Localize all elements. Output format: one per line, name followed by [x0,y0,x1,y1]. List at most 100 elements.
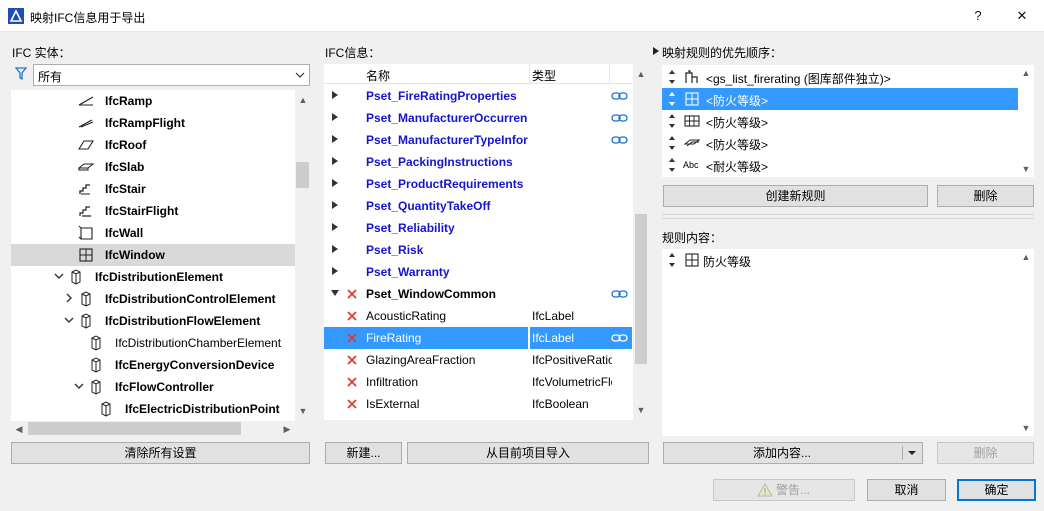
cancel-button[interactable]: 取消 [867,479,946,501]
ifc-info-row[interactable]: Infiltration IfcVolumetricFlowRateMeasure [324,371,632,393]
expand-triangle-icon[interactable] [330,90,340,100]
ifc-info-row[interactable]: GlazingAreaFraction IfcPositiveRatioMeasu… [324,349,632,371]
content-item[interactable]: 防火等级 [662,249,1018,271]
create-new-rule-button[interactable]: 创建新规则 [663,185,928,207]
tree-item[interactable]: IfcElectricDistributionPoint [11,398,295,420]
tree-item[interactable]: IfcStair [11,178,295,200]
scroll-thumb[interactable] [296,162,309,188]
expand-triangle-icon[interactable] [330,156,340,166]
tree-item[interactable]: IfcDistributionElement [11,266,295,288]
expand-triangle-icon[interactable] [330,222,340,232]
tree-item[interactable]: IfcWall [11,222,295,244]
ifc-info-row[interactable]: Pset_PackingInstructions [324,151,632,173]
expand-triangle-icon[interactable] [330,178,340,188]
import-from-project-button[interactable]: 从目前项目导入 [407,442,649,464]
ok-button[interactable]: 确定 [957,479,1036,501]
ifc-info-name: IsExternal [366,397,420,411]
chevron-right-icon[interactable] [63,292,75,304]
ifc-info-row[interactable]: Pset_ManufacturerTypeInformation [324,129,632,151]
scroll-left-arrow-icon[interactable]: ◀ [11,421,27,437]
scroll-down-arrow-icon[interactable]: ▼ [1018,161,1034,177]
rule-priority-list[interactable]: <gs_list_firerating (图库部件独立)> <防火等级> <防火等级… [662,65,1034,177]
ifc-info-row[interactable]: Pset_FireRatingProperties [324,85,632,107]
entity-filter-select[interactable]: 所有 [33,64,310,86]
scroll-down-arrow-icon[interactable]: ▼ [633,402,649,418]
collapse-triangle-icon[interactable] [330,288,340,298]
tree-item[interactable]: IfcSlab [11,156,295,178]
rule-item[interactable]: <防火等级> [662,110,1018,132]
tree-item[interactable]: IfcDistributionControlElement [11,288,295,310]
drag-handle-icon[interactable] [668,158,676,172]
ifc-info-row[interactable]: AcousticRating IfcLabel [324,305,632,327]
hscroll-thumb[interactable] [28,422,241,435]
close-button[interactable]: ✕ [1012,6,1032,26]
entity-tree-hscrollbar[interactable]: ◀ ▶ [11,421,295,436]
new-button[interactable]: 新建... [325,442,402,464]
link-icon [611,114,628,122]
content-list-vscrollbar[interactable]: ▲ ▼ [1018,249,1034,436]
ifc-info-row[interactable]: Pset_QuantityTakeOff [324,195,632,217]
clear-all-settings-button[interactable]: 清除所有设置 [11,442,310,464]
delete-rule-button[interactable]: 删除 [937,185,1034,207]
rule-item[interactable]: <防火等级> [662,132,1018,154]
drag-handle-icon[interactable] [668,136,676,150]
tree-item[interactable]: IfcDistributionFlowElement [11,310,295,332]
tree-item[interactable]: IfcRamp [11,90,295,112]
add-content-split-button[interactable]: 添加内容... [663,442,923,464]
ifc-info-vscrollbar[interactable]: ▲ ▼ [633,64,649,420]
help-button[interactable]: ? [968,6,988,26]
scroll-down-arrow-icon[interactable]: ▼ [295,403,310,419]
tree-item[interactable]: IfcStairFlight [11,200,295,222]
ifc-info-row[interactable]: Pset_Warranty [324,261,632,283]
scroll-up-arrow-icon[interactable]: ▲ [1018,249,1034,265]
ifc-info-type: IfcBoolean [532,397,589,411]
ifc-info-row[interactable]: IsExternal IfcBoolean [324,393,632,415]
delete-content-button[interactable]: 删除 [937,442,1034,464]
expand-triangle-icon[interactable] [330,200,340,210]
drag-handle-icon[interactable] [668,70,676,84]
scroll-thumb[interactable] [635,214,647,364]
scroll-right-arrow-icon[interactable]: ▶ [279,421,295,437]
scroll-up-arrow-icon[interactable]: ▲ [1018,65,1034,81]
ifc-info-row[interactable]: Pset_ManufacturerOccurrence [324,107,632,129]
ifc-info-row[interactable]: Pset_WindowCommon [324,283,632,305]
rule-item[interactable]: <gs_list_firerating (图库部件独立)> [662,66,1018,88]
ifc-info-row[interactable]: Pset_ProductRequirements [324,173,632,195]
rule-list-vscrollbar[interactable]: ▲ ▼ [1018,65,1034,177]
tree-item[interactable]: IfcFlowController [11,376,295,398]
ifc-info-list[interactable]: 名称 类型 Pset_FireRatingProperties Pset_Manu… [324,64,649,420]
warning-button[interactable]: 警告... [713,479,855,501]
chevron-down-icon[interactable] [73,380,85,392]
collapse-triangle-icon[interactable] [652,47,660,55]
expand-triangle-icon[interactable] [330,266,340,276]
ifc-info-row[interactable]: Pset_Risk [324,239,632,261]
rule-item[interactable]: Abc <耐火等级> [662,154,1018,176]
rule-item[interactable]: <防火等级> [662,88,1018,110]
drag-handle-icon[interactable] [668,92,676,106]
entity-tree[interactable]: IfcRamp IfcRampFlight IfcRoof IfcSlab IfcSta… [11,90,310,421]
tree-item[interactable]: IfcWindow [11,244,295,266]
drag-handle-icon[interactable] [668,253,676,267]
ifc-info-type: IfcPositiveRatioMeasure [532,353,612,367]
scroll-up-arrow-icon[interactable]: ▲ [633,66,649,82]
scroll-down-arrow-icon[interactable]: ▼ [1018,420,1034,436]
entity-tree-vscrollbar[interactable]: ▲ ▼ [295,90,310,421]
scroll-up-arrow-icon[interactable]: ▲ [295,92,310,108]
expand-triangle-icon[interactable] [330,244,340,254]
drag-handle-icon[interactable] [668,114,676,128]
chevron-down-icon[interactable] [53,270,65,282]
tree-item[interactable]: IfcRampFlight [11,112,295,134]
rule-content-list[interactable]: 防火等级 ▲ ▼ [662,249,1034,436]
ifc-info-row[interactable]: Pset_Reliability [324,217,632,239]
expand-triangle-icon[interactable] [330,134,340,144]
column-header-type[interactable]: 类型 [532,67,556,84]
ifc-info-row[interactable]: FireRating IfcLabel [324,327,632,349]
tree-item[interactable]: IfcRoof [11,134,295,156]
tree-item[interactable]: IfcDistributionChamberElement [11,332,295,354]
tree-item[interactable]: IfcEnergyConversionDevice [11,354,295,376]
unmapped-x-icon [347,355,357,365]
expand-triangle-icon[interactable] [330,112,340,122]
chevron-down-icon[interactable] [63,314,75,326]
dropdown-arrow-icon[interactable] [907,449,917,457]
column-header-name[interactable]: 名称 [366,67,390,84]
